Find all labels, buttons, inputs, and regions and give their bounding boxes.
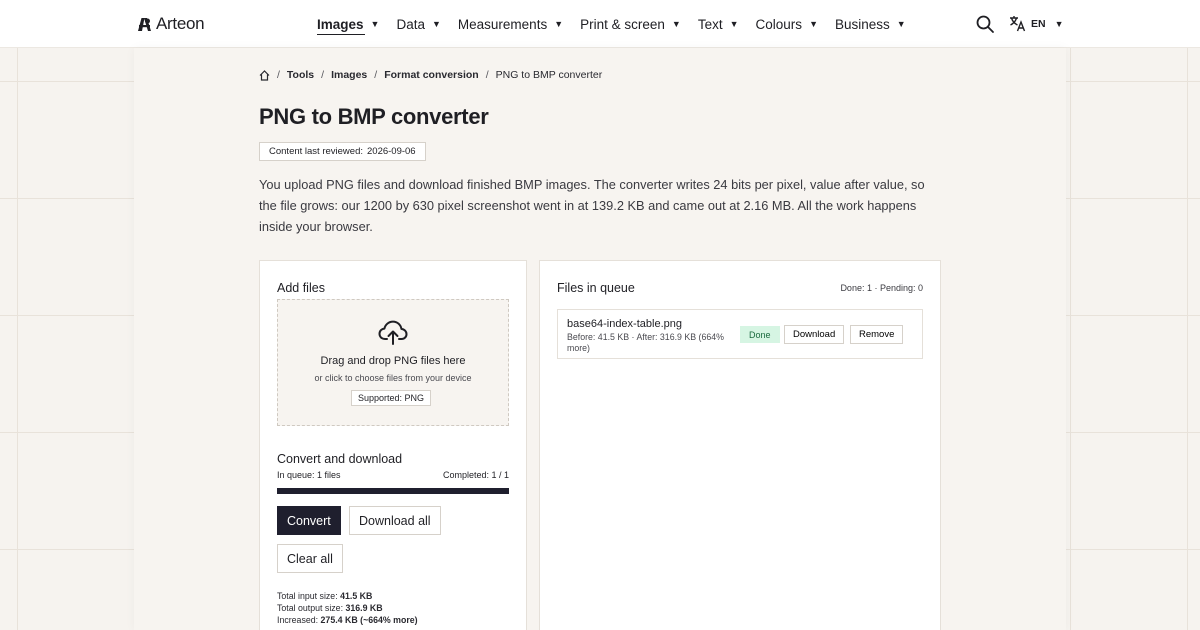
add-files-card: Add files Drag and drop PNG files here o… xyxy=(259,260,527,630)
add-files-title: Add files xyxy=(277,281,325,295)
supported-formats-badge: Supported: PNG xyxy=(351,390,432,406)
breadcrumb-tools[interactable]: Tools xyxy=(287,69,314,81)
search-button[interactable] xyxy=(975,14,995,34)
files-queue-card: Files in queue Done: 1 · Pending: 0 base… xyxy=(539,260,941,630)
nav-item-data[interactable]: Data ▼ xyxy=(396,0,440,48)
breadcrumb-current: PNG to BMP converter xyxy=(495,69,603,81)
caret-down-icon: ▼ xyxy=(431,19,441,29)
total-output-label: Total output size: xyxy=(277,603,344,613)
progress-labels: In queue: 1 files Completed: 1 / 1 xyxy=(277,470,509,480)
breadcrumb-format-conversion[interactable]: Format conversion xyxy=(384,69,479,81)
caret-down-icon: ▼ xyxy=(729,19,739,29)
completed-count: Completed: 1 / 1 xyxy=(442,470,509,480)
status-badge: Done xyxy=(740,326,780,343)
total-output-value: 316.9 KB xyxy=(345,603,383,613)
dropzone-title: Drag and drop PNG files here xyxy=(320,355,466,367)
nav-label: Images xyxy=(317,16,364,32)
nav-label: Colours xyxy=(755,16,803,32)
main-nav: Images ▼ Data ▼ Measurements ▼ Print & s… xyxy=(317,0,923,48)
caret-down-icon: ▼ xyxy=(809,19,818,29)
total-input-label: Total input size: xyxy=(277,591,338,601)
in-queue-count: In queue: 1 files xyxy=(277,470,341,480)
main-panel: / Tools / Images / Format conversion / P… xyxy=(134,48,1066,630)
total-input-value: 41.5 KB xyxy=(340,591,373,601)
review-date-badge: Content last reviewed: 2026-09-06 xyxy=(259,142,426,161)
total-input-row: Total input size: 41.5 KB xyxy=(277,590,418,602)
convert-section-title: Convert and download xyxy=(277,452,403,466)
total-output-row: Total output size: 316.9 KB xyxy=(277,602,418,614)
breadcrumb-separator: / xyxy=(485,69,489,81)
download-file-button[interactable]: Download xyxy=(784,325,845,344)
breadcrumb-separator: / xyxy=(321,69,325,81)
size-totals: Total input size: 41.5 KB Total output s… xyxy=(277,590,418,626)
nav-item-colours[interactable]: Colours ▼ xyxy=(756,0,818,48)
language-code: EN xyxy=(1031,17,1046,30)
convert-button[interactable]: Convert xyxy=(277,506,341,535)
caret-down-icon: ▼ xyxy=(896,19,906,29)
brand-mark-icon xyxy=(138,17,151,31)
search-icon xyxy=(976,15,994,33)
list-item: base64-index-table.png Before: 41.5 KB ·… xyxy=(557,309,923,359)
nav-label: Text xyxy=(697,16,723,32)
progress-bar xyxy=(277,488,509,494)
file-name: base64-index-table.png xyxy=(567,318,682,330)
nav-item-images[interactable]: Images ▼ xyxy=(317,0,379,48)
cloud-upload-icon xyxy=(378,320,408,345)
translate-icon xyxy=(1010,16,1026,32)
increase-label: Increased: xyxy=(277,615,319,625)
breadcrumb-separator: / xyxy=(374,69,378,81)
remove-file-button[interactable]: Remove xyxy=(850,325,904,344)
increase-row: Increased: 275.4 KB (~664% more) xyxy=(277,614,418,626)
caret-down-icon: ▼ xyxy=(370,19,380,29)
progress-fill xyxy=(277,488,509,494)
nav-item-measurements[interactable]: Measurements ▼ xyxy=(458,0,563,48)
caret-down-icon: ▼ xyxy=(671,19,681,29)
clear-all-button[interactable]: Clear all xyxy=(277,544,343,573)
breadcrumb: / Tools / Images / Format conversion / P… xyxy=(259,69,602,81)
nav-item-business[interactable]: Business ▼ xyxy=(835,0,906,48)
site-header: Arteon Images ▼ Data ▼ Measurements ▼ Pr… xyxy=(0,0,1200,48)
home-icon[interactable] xyxy=(259,69,270,81)
review-label: Content last reviewed: xyxy=(269,146,363,157)
nav-label: Print & screen xyxy=(580,16,665,32)
download-all-button[interactable]: Download all xyxy=(349,506,441,535)
intro-text: You upload PNG files and download finish… xyxy=(259,177,925,234)
review-date: 2026-09-06 xyxy=(367,146,416,157)
breadcrumb-images[interactable]: Images xyxy=(331,69,367,81)
brand-name: Arteon xyxy=(156,14,205,33)
caret-down-icon: ▼ xyxy=(1054,18,1064,29)
dropzone-subtitle: or click to choose files from your devic… xyxy=(314,373,472,383)
file-dropzone[interactable]: Drag and drop PNG files here or click to… xyxy=(277,299,509,426)
nav-item-print-screen[interactable]: Print & screen ▼ xyxy=(580,0,681,48)
language-selector[interactable]: EN ▼ xyxy=(1009,15,1064,32)
file-size-meta: Before: 41.5 KB · After: 316.9 KB (664% … xyxy=(567,332,724,353)
nav-label: Measurements xyxy=(457,16,548,32)
nav-item-text[interactable]: Text ▼ xyxy=(698,0,739,48)
nav-label: Business xyxy=(834,16,890,32)
caret-down-icon: ▼ xyxy=(554,19,564,29)
page-title: PNG to BMP converter xyxy=(259,104,489,129)
brand-logo[interactable]: Arteon xyxy=(137,14,205,34)
nav-label: Data xyxy=(396,16,425,32)
breadcrumb-separator: / xyxy=(277,69,280,81)
queue-counts: Done: 1 · Pending: 0 xyxy=(840,283,923,293)
increase-value: 275.4 KB (~664% more) xyxy=(320,615,418,625)
queue-title: Files in queue xyxy=(557,281,635,295)
